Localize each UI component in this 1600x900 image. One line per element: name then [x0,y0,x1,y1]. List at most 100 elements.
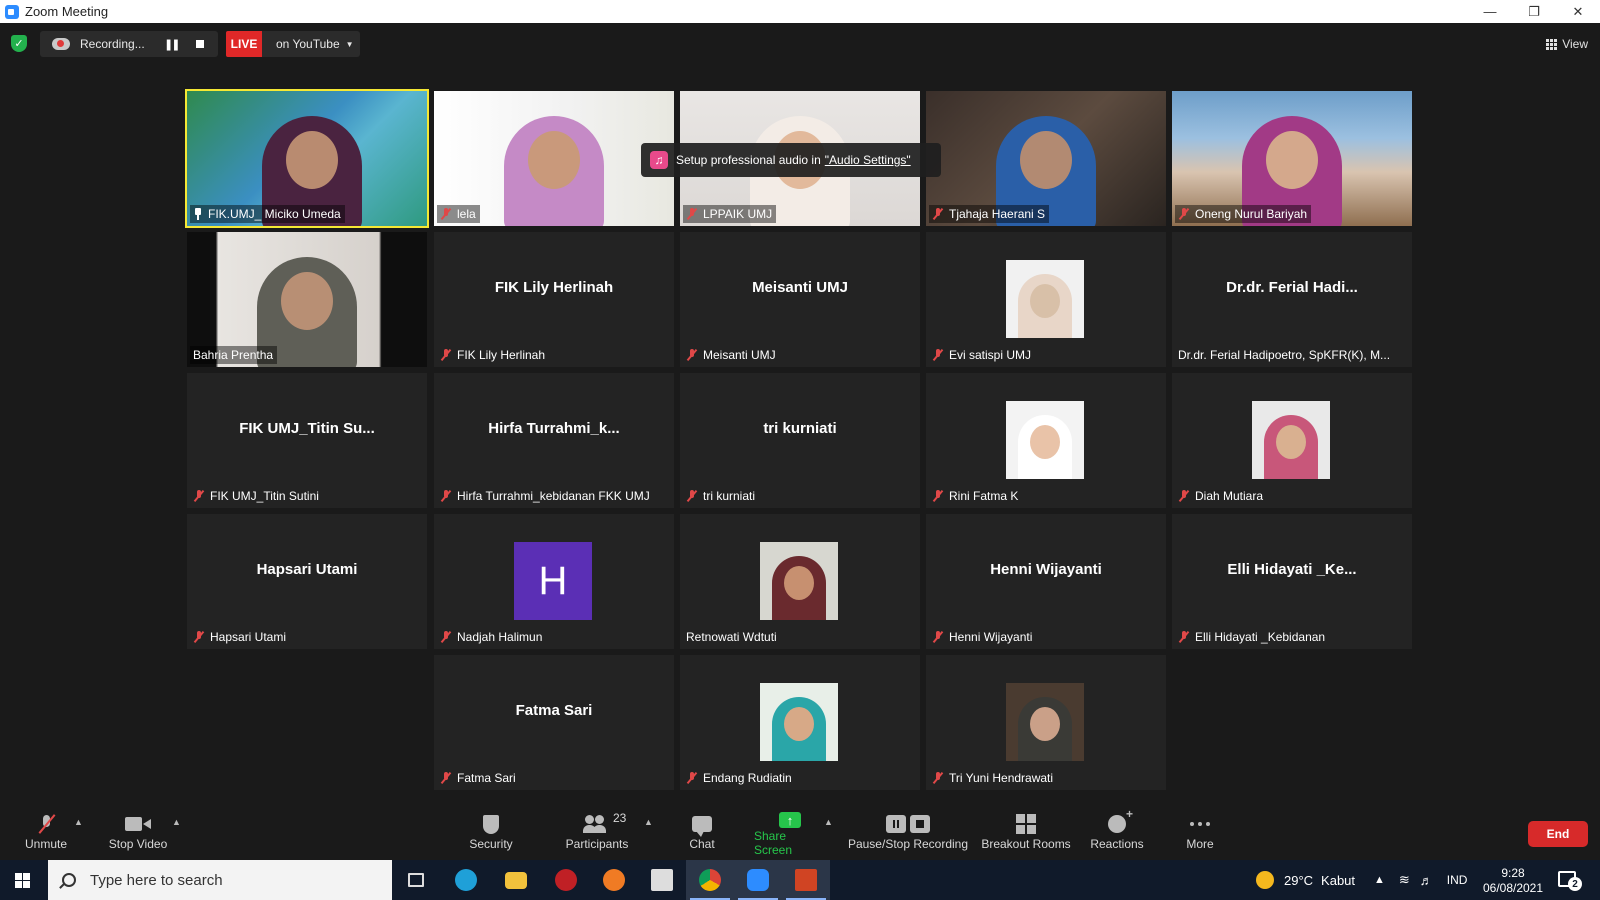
participant-profile-photo [1006,260,1084,338]
taskbar-search-input[interactable] [90,871,370,889]
wifi-icon[interactable]: ≋ [1399,872,1410,888]
participant-tile[interactable]: FIK.UMJ_ Miciko Umeda [185,89,429,228]
participant-tile[interactable]: lela [434,91,674,226]
participant-name: LPPAIK UMJ [703,207,773,221]
participant-name-label: Fatma Sari [437,769,520,787]
participant-display-name: FIK Lily Herlinah [494,278,614,296]
taskbar-clock[interactable]: 9:28 06/08/2021 [1478,866,1548,896]
more-button[interactable]: More [1180,811,1220,857]
window-titlebar: Zoom Meeting — ❐ ✕ [0,0,1600,23]
participant-tile[interactable]: Elli Hidayati _Ke... Elli Hidayati _Kebid… [1172,514,1412,649]
participant-name-label: FIK.UMJ_ Miciko Umeda [190,205,345,223]
stop-video-label: Stop Video [108,837,168,851]
video-options-caret-icon[interactable]: ▲ [172,817,181,827]
participant-name-label: Dr.dr. Ferial Hadipoetro, SpKFR(K), M... [1175,346,1394,364]
participant-tile[interactable]: H Nadjah Halimun [434,514,674,649]
encryption-shield-icon[interactable]: ✓ [11,35,27,52]
meeting-controls: Unmute ▲ Stop Video ▲ Security 23 Partic… [0,805,1600,860]
stream-target-dropdown[interactable]: on YouTube ▼ [262,31,360,57]
security-button[interactable]: Security [466,811,516,857]
taskbar-search[interactable] [48,860,392,900]
participant-tile[interactable]: Fatma Sari Fatma Sari [434,655,674,790]
pause-recording-icon[interactable]: ❚❚ [164,38,181,51]
participant-tile[interactable]: FIK UMJ_Titin Su... FIK UMJ_Titin Sutini [187,373,427,508]
participant-tile[interactable]: Rini Fatma K [926,373,1166,508]
taskbar-app-powerpoint[interactable] [782,860,830,900]
stream-target-label: on YouTube [276,37,340,51]
taskbar-app-edge[interactable] [442,860,490,900]
store-icon [651,869,673,891]
participant-name: Endang Rudiatin [703,771,792,785]
participant-face [1266,131,1318,189]
unmute-button[interactable]: Unmute [20,811,72,857]
restore-button[interactable]: ❐ [1512,0,1556,23]
audio-settings-link[interactable]: "Audio Settings" [825,153,911,167]
weather-temp: 29°C [1284,872,1314,888]
share-options-caret-icon[interactable]: ▲ [824,817,833,827]
stop-recording-icon[interactable] [196,40,205,48]
participant-tile[interactable]: Hirfa Turrahmi_k... Hirfa Turrahmi_kebida… [434,373,674,508]
view-button[interactable]: View [1546,31,1588,57]
participant-tile[interactable]: Bahria Prentha [187,232,427,367]
participant-tile[interactable]: Henni Wijayanti Henni Wijayanti [926,514,1166,649]
window-controls: — ❐ ✕ [1468,0,1600,23]
weather-widget[interactable]: 29°C Kabut [1256,860,1355,900]
volume-icon[interactable]: ♬ [1420,873,1433,888]
participant-tile[interactable]: Tjahaja Haerani S [926,91,1166,226]
unmute-label: Unmute [24,837,68,851]
participant-name-label: Endang Rudiatin [683,769,796,787]
participant-tile[interactable]: Oneng Nurul Bariyah [1172,91,1412,226]
close-button[interactable]: ✕ [1556,0,1600,23]
audio-options-caret-icon[interactable]: ▲ [74,817,83,827]
participant-name-label: tri kurniati [683,487,759,505]
participant-tile[interactable]: tri kurniati tri kurniati [680,373,920,508]
end-meeting-button[interactable]: End [1528,821,1588,847]
participant-display-name: Hirfa Turrahmi_k... [488,419,620,437]
participant-tile[interactable]: Dr.dr. Ferial Hadi... Dr.dr. Ferial Hadip… [1172,232,1412,367]
stop-video-button[interactable]: Stop Video [106,811,170,857]
minimize-button[interactable]: — [1468,0,1512,23]
reactions-button[interactable]: Reactions [1088,807,1146,857]
taskbar-app-zoom[interactable] [734,860,782,900]
clock-time: 9:28 [1501,866,1525,880]
tray-expand-icon[interactable]: ▲ [1374,874,1385,886]
participant-name: Hirfa Turrahmi_kebidanan FKK UMJ [457,489,650,503]
participant-name: Elli Hidayati _Kebidanan [1195,630,1326,644]
breakout-rooms-button[interactable]: Breakout Rooms [980,811,1072,857]
language-indicator[interactable]: IND [1447,873,1468,887]
participant-tile[interactable]: Evi satispi UMJ [926,232,1166,367]
zoom-app: Zoom Meeting — ❐ ✕ ✓ Recording... ❚❚ LIV… [0,0,1600,900]
more-label: More [1186,837,1214,851]
taskbar-app-chrome[interactable] [686,860,734,900]
taskbar-app-antivirus[interactable] [542,860,590,900]
task-view-button[interactable] [392,860,440,900]
taskbar-app-firefox[interactable] [590,860,638,900]
participant-tile[interactable]: Meisanti UMJ Meisanti UMJ [680,232,920,367]
participant-name: Tjahaja Haerani S [949,207,1046,221]
share-screen-button[interactable]: ↑ Share Screen [754,811,826,857]
mic-muted-icon [1178,208,1190,220]
chat-label: Chat [689,837,715,851]
recording-status-text: Recording... [80,37,145,51]
participants-button[interactable]: 23 Participants [563,811,631,857]
mic-muted-icon [40,815,52,833]
mic-muted-icon [932,490,944,502]
windows-start-icon[interactable] [15,873,30,888]
chat-bubble-icon [692,816,712,837]
pause-stop-icon [886,815,930,833]
taskbar-app-store[interactable] [638,860,686,900]
taskbar-app-explorer[interactable] [492,860,540,900]
participant-tile[interactable]: Retnowati Wdtuti [680,514,920,649]
chat-button[interactable]: Chat [686,811,718,857]
participant-face [281,272,333,330]
windows-taskbar: 29°C Kabut ▲ ≋ ♬ IND 9:28 06/08/2021 2 [0,860,1600,900]
participant-tile[interactable]: Hapsari Utami Hapsari Utami [187,514,427,649]
mic-muted-icon [686,490,698,502]
participants-options-caret-icon[interactable]: ▲ [644,817,653,827]
participant-tile[interactable]: Diah Mutiara [1172,373,1412,508]
pause-stop-recording-button[interactable]: Pause/Stop Recording [846,811,970,857]
participant-tile[interactable]: Endang Rudiatin [680,655,920,790]
participant-tile[interactable]: FIK Lily Herlinah FIK Lily Herlinah [434,232,674,367]
participant-tile[interactable]: Tri Yuni Hendrawati [926,655,1166,790]
chrome-icon [699,869,721,891]
